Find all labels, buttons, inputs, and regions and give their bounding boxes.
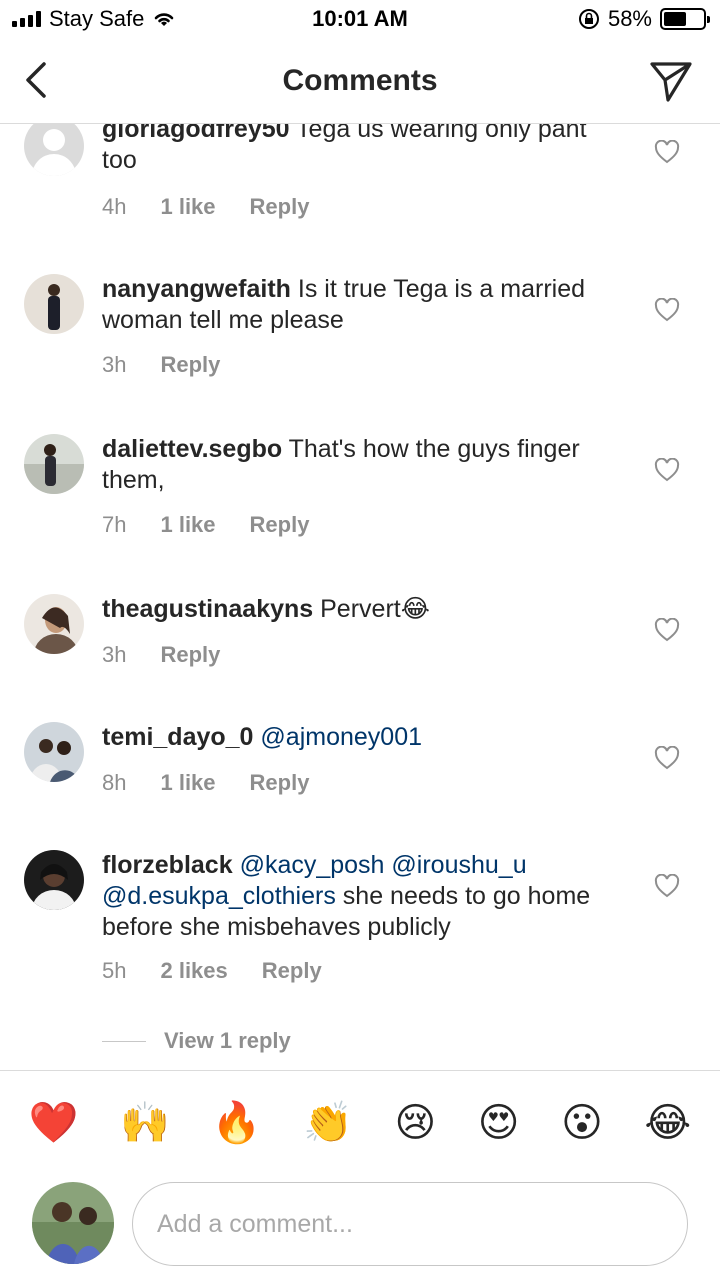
comment-username[interactable]: gloriagodfrey50 [102,124,290,143]
comment-text: theagustinaakyns Pervert😂 [102,594,602,625]
reply-button[interactable]: Reply [250,194,310,220]
comment-likes[interactable]: 1 like [160,770,215,796]
battery-percent: 58% [607,6,652,31]
view-replies-button[interactable]: View 1 reply [102,1028,291,1054]
comment-meta: 3h Reply [102,642,220,668]
comment-username[interactable]: theagustinaakyns [102,595,313,623]
page-title: Comments [282,64,438,97]
avatar[interactable] [24,850,84,910]
comment-text: gloriagodfrey50 Tega us wearing only pan… [102,124,602,176]
like-heart-icon[interactable] [654,298,680,322]
view-replies-divider [102,1040,146,1042]
comment-username[interactable]: daliettev.segbo [102,435,282,463]
emoji-heart-eyes[interactable]: 😍 [478,1103,520,1143]
view-replies-label: View 1 reply [164,1028,291,1053]
comment-likes[interactable]: 1 like [160,194,215,220]
reply-button[interactable]: Reply [160,352,220,378]
add-comment-input[interactable] [132,1182,688,1266]
comment-username[interactable]: florzeblack [102,851,233,879]
avatar[interactable] [24,594,84,654]
reply-button[interactable]: Reply [250,770,310,796]
emoji-surprised-face[interactable]: 😮 [561,1103,603,1143]
comment-likes[interactable]: 2 likes [160,958,227,984]
comment-username[interactable]: nanyangwefaith [102,275,291,303]
comment-meta: 5h 2 likes Reply [102,958,322,984]
comment-time: 5h [102,958,127,983]
comment-mention[interactable]: @ajmoney001 [260,723,422,751]
reply-button[interactable]: Reply [262,958,322,984]
comments-list[interactable]: gloriagodfrey50 Tega us wearing only pan… [0,124,720,1070]
like-heart-icon[interactable] [654,618,680,642]
like-heart-icon[interactable] [654,746,680,770]
comment-text: florzeblack @kacy_posh @iroushu_u @d.esu… [102,850,602,943]
comment-body: Pervert😂 [313,595,430,623]
current-user-avatar [32,1182,114,1264]
comment-mention[interactable]: @iroushu_u [391,851,526,879]
like-heart-icon[interactable] [654,874,680,898]
emoji-clapping-hands[interactable]: 👏 [303,1103,353,1143]
comment-meta: 8h 1 like Reply [102,770,309,796]
avatar-placeholder[interactable] [24,124,84,176]
comment-time: 4h [102,194,127,219]
emoji-raised-hands[interactable]: 🙌 [120,1103,170,1143]
comment-mention[interactable]: @d.esukpa_clothiers [102,882,336,910]
status-bar: Stay Safe 10:01 AM 58% [0,0,720,40]
comment-meta: 4h 1 like Reply [102,194,309,220]
comment-time: 3h [102,642,127,667]
avatar[interactable] [24,274,84,334]
like-heart-icon[interactable] [654,140,680,164]
reply-button[interactable]: Reply [160,642,220,668]
comment-likes[interactable]: 1 like [160,512,215,538]
avatar[interactable] [24,722,84,782]
comment-mention[interactable]: @kacy_posh [240,851,385,879]
like-heart-icon[interactable] [654,458,680,482]
comment-time: 7h [102,512,127,537]
avatar[interactable] [24,434,84,494]
comment-input-bar [0,1174,720,1280]
status-right: 58% [578,6,710,32]
emoji-quick-bar: ❤️ 🙌 🔥 👏 😢 😍 😮 😂 [0,1070,720,1174]
reply-button[interactable]: Reply [250,512,310,538]
comment-text: nanyangwefaith Is it true Tega is a marr… [102,274,602,336]
emoji-heart[interactable]: ❤️ [29,1103,79,1143]
emoji-crying-face[interactable]: 😢 [394,1103,436,1143]
comments-header: Comments [0,40,720,124]
paper-plane-icon[interactable] [648,58,694,104]
orientation-lock-icon [578,9,599,29]
emoji-tears-of-joy[interactable]: 😂 [644,1103,691,1143]
comment-time: 3h [102,352,127,377]
comment-text: temi_dayo_0 @ajmoney001 [102,722,602,753]
battery-icon [660,8,710,30]
emoji-fire[interactable]: 🔥 [212,1103,262,1143]
comment-meta: 3h Reply [102,352,220,378]
comment-meta: 7h 1 like Reply [102,512,309,538]
comment-text: daliettev.segbo That's how the guys fing… [102,434,602,496]
comment-time: 8h [102,770,127,795]
comment-username[interactable]: temi_dayo_0 [102,723,253,751]
